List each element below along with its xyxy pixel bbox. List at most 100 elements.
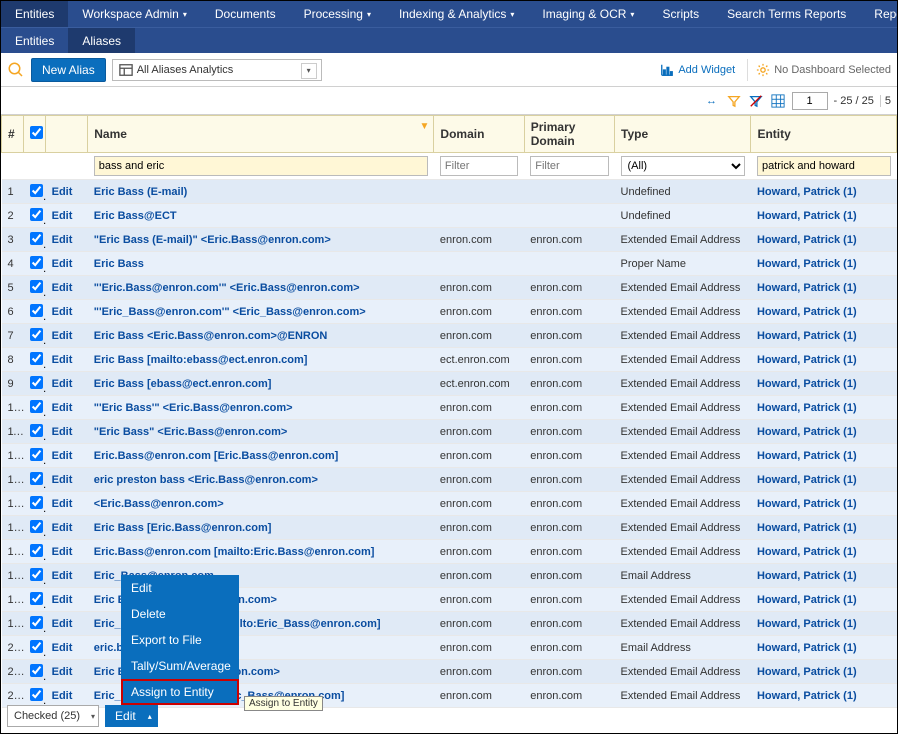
row-checkbox[interactable]: [30, 280, 43, 293]
row-checkbox[interactable]: [30, 472, 43, 485]
row-checkbox[interactable]: [30, 424, 43, 437]
row-checkbox[interactable]: [30, 184, 43, 197]
menu-item-assign-to-entity[interactable]: Assign to Entity: [121, 679, 239, 705]
row-checkbox[interactable]: [30, 640, 43, 653]
topnav-item-imaging-ocr[interactable]: Imaging & OCR▾: [528, 1, 648, 27]
col-header-entity[interactable]: Entity: [751, 116, 897, 153]
entity-link[interactable]: Howard, Patrick (1): [757, 690, 857, 702]
col-header-num[interactable]: #: [2, 116, 24, 153]
topnav-item-processing[interactable]: Processing▾: [290, 1, 385, 27]
alias-name-link[interactable]: Eric Bass [Eric.Bass@enron.com]: [94, 522, 272, 534]
alias-name-link[interactable]: Eric Bass@ECT: [94, 210, 177, 222]
grid-icon[interactable]: [770, 93, 786, 109]
row-edit-link[interactable]: Edit: [52, 426, 73, 438]
view-dropdown[interactable]: All Aliases Analytics ▾: [112, 59, 322, 81]
entity-link[interactable]: Howard, Patrick (1): [757, 450, 857, 462]
row-checkbox[interactable]: [30, 664, 43, 677]
alias-name-link[interactable]: "'Eric.Bass@enron.com'" <Eric.Bass@enron…: [94, 282, 360, 294]
row-edit-link[interactable]: Edit: [52, 282, 73, 294]
row-checkbox[interactable]: [30, 232, 43, 245]
row-checkbox[interactable]: [30, 352, 43, 365]
col-header-primary-domain[interactable]: Primary Domain: [524, 116, 614, 153]
filter-entity-input[interactable]: [757, 156, 891, 176]
subnav-item-entities[interactable]: Entities: [1, 28, 68, 53]
entity-link[interactable]: Howard, Patrick (1): [757, 186, 857, 198]
row-checkbox[interactable]: [30, 688, 43, 701]
menu-item-export-to-file[interactable]: Export to File: [121, 627, 239, 653]
page-input[interactable]: [792, 92, 828, 110]
row-edit-link[interactable]: Edit: [52, 474, 73, 486]
alias-name-link[interactable]: Eric.Bass@enron.com [Eric.Bass@enron.com…: [94, 450, 339, 462]
menu-item-tally-sum-average[interactable]: Tally/Sum/Average: [121, 653, 239, 679]
topnav-item-scripts[interactable]: Scripts: [648, 1, 713, 27]
col-header-type[interactable]: Type: [615, 116, 751, 153]
topnav-item-repo[interactable]: Repo: [860, 1, 898, 27]
row-checkbox[interactable]: [30, 328, 43, 341]
col-header-name[interactable]: Name▼: [88, 116, 434, 153]
filter-primary-domain-input[interactable]: [530, 156, 608, 176]
row-checkbox[interactable]: [30, 376, 43, 389]
topnav-item-entities[interactable]: Entities: [1, 1, 68, 27]
alias-name-link[interactable]: Eric.Bass@enron.com [mailto:Eric.Bass@en…: [94, 546, 375, 558]
topnav-item-documents[interactable]: Documents: [201, 1, 290, 27]
row-edit-link[interactable]: Edit: [52, 522, 73, 534]
topnav-item-workspace-admin[interactable]: Workspace Admin▾: [68, 1, 201, 27]
row-checkbox[interactable]: [30, 208, 43, 221]
new-alias-button[interactable]: New Alias: [31, 58, 106, 82]
filter-type-select[interactable]: (All): [621, 156, 745, 176]
filter-domain-input[interactable]: [440, 156, 518, 176]
row-edit-link[interactable]: Edit: [52, 690, 73, 702]
row-edit-link[interactable]: Edit: [52, 330, 73, 342]
search-icon[interactable]: [7, 61, 25, 79]
row-edit-link[interactable]: Edit: [52, 234, 73, 246]
alias-name-link[interactable]: "'Eric_Bass@enron.com'" <Eric_Bass@enron…: [94, 306, 366, 318]
row-edit-link[interactable]: Edit: [52, 570, 73, 582]
fit-columns-icon[interactable]: ↔: [704, 93, 720, 109]
row-checkbox[interactable]: [30, 496, 43, 509]
menu-item-delete[interactable]: Delete: [121, 601, 239, 627]
alias-name-link[interactable]: "Eric Bass" <Eric.Bass@enron.com>: [94, 426, 288, 438]
col-header-domain[interactable]: Domain: [434, 116, 524, 153]
row-checkbox[interactable]: [30, 256, 43, 269]
entity-link[interactable]: Howard, Patrick (1): [757, 498, 857, 510]
entity-link[interactable]: Howard, Patrick (1): [757, 570, 857, 582]
entity-link[interactable]: Howard, Patrick (1): [757, 402, 857, 414]
row-checkbox[interactable]: [30, 592, 43, 605]
entity-link[interactable]: Howard, Patrick (1): [757, 618, 857, 630]
select-all-checkbox[interactable]: [30, 126, 43, 139]
row-checkbox[interactable]: [30, 544, 43, 557]
dashboard-selector[interactable]: No Dashboard Selected: [747, 59, 891, 81]
entity-link[interactable]: Howard, Patrick (1): [757, 426, 857, 438]
row-edit-link[interactable]: Edit: [52, 546, 73, 558]
filter-name-input[interactable]: [94, 156, 428, 176]
row-checkbox[interactable]: [30, 400, 43, 413]
topnav-item-search-terms-reports[interactable]: Search Terms Reports: [713, 1, 860, 27]
alias-name-link[interactable]: Eric Bass: [94, 258, 144, 270]
row-checkbox[interactable]: [30, 304, 43, 317]
filter-icon[interactable]: [726, 93, 742, 109]
row-edit-link[interactable]: Edit: [52, 498, 73, 510]
row-checkbox[interactable]: [30, 568, 43, 581]
row-edit-link[interactable]: Edit: [52, 642, 73, 654]
subnav-item-aliases[interactable]: Aliases: [68, 28, 135, 53]
entity-link[interactable]: Howard, Patrick (1): [757, 378, 857, 390]
alias-name-link[interactable]: Eric Bass <Eric.Bass@enron.com>@ENRON: [94, 330, 328, 342]
entity-link[interactable]: Howard, Patrick (1): [757, 642, 857, 654]
row-edit-link[interactable]: Edit: [52, 378, 73, 390]
entity-link[interactable]: Howard, Patrick (1): [757, 594, 857, 606]
alias-name-link[interactable]: <Eric.Bass@enron.com>: [94, 498, 224, 510]
entity-link[interactable]: Howard, Patrick (1): [757, 330, 857, 342]
entity-link[interactable]: Howard, Patrick (1): [757, 666, 857, 678]
entity-link[interactable]: Howard, Patrick (1): [757, 546, 857, 558]
row-edit-link[interactable]: Edit: [52, 594, 73, 606]
row-edit-link[interactable]: Edit: [52, 210, 73, 222]
row-checkbox[interactable]: [30, 616, 43, 629]
alias-name-link[interactable]: "Eric Bass (E-mail)" <Eric.Bass@enron.co…: [94, 234, 331, 246]
entity-link[interactable]: Howard, Patrick (1): [757, 282, 857, 294]
entity-link[interactable]: Howard, Patrick (1): [757, 234, 857, 246]
alias-name-link[interactable]: Eric Bass (E-mail): [94, 186, 188, 198]
alias-name-link[interactable]: Eric Bass [mailto:ebass@ect.enron.com]: [94, 354, 308, 366]
entity-link[interactable]: Howard, Patrick (1): [757, 354, 857, 366]
row-edit-link[interactable]: Edit: [52, 186, 73, 198]
topnav-item-indexing-analytics[interactable]: Indexing & Analytics▾: [385, 1, 528, 27]
